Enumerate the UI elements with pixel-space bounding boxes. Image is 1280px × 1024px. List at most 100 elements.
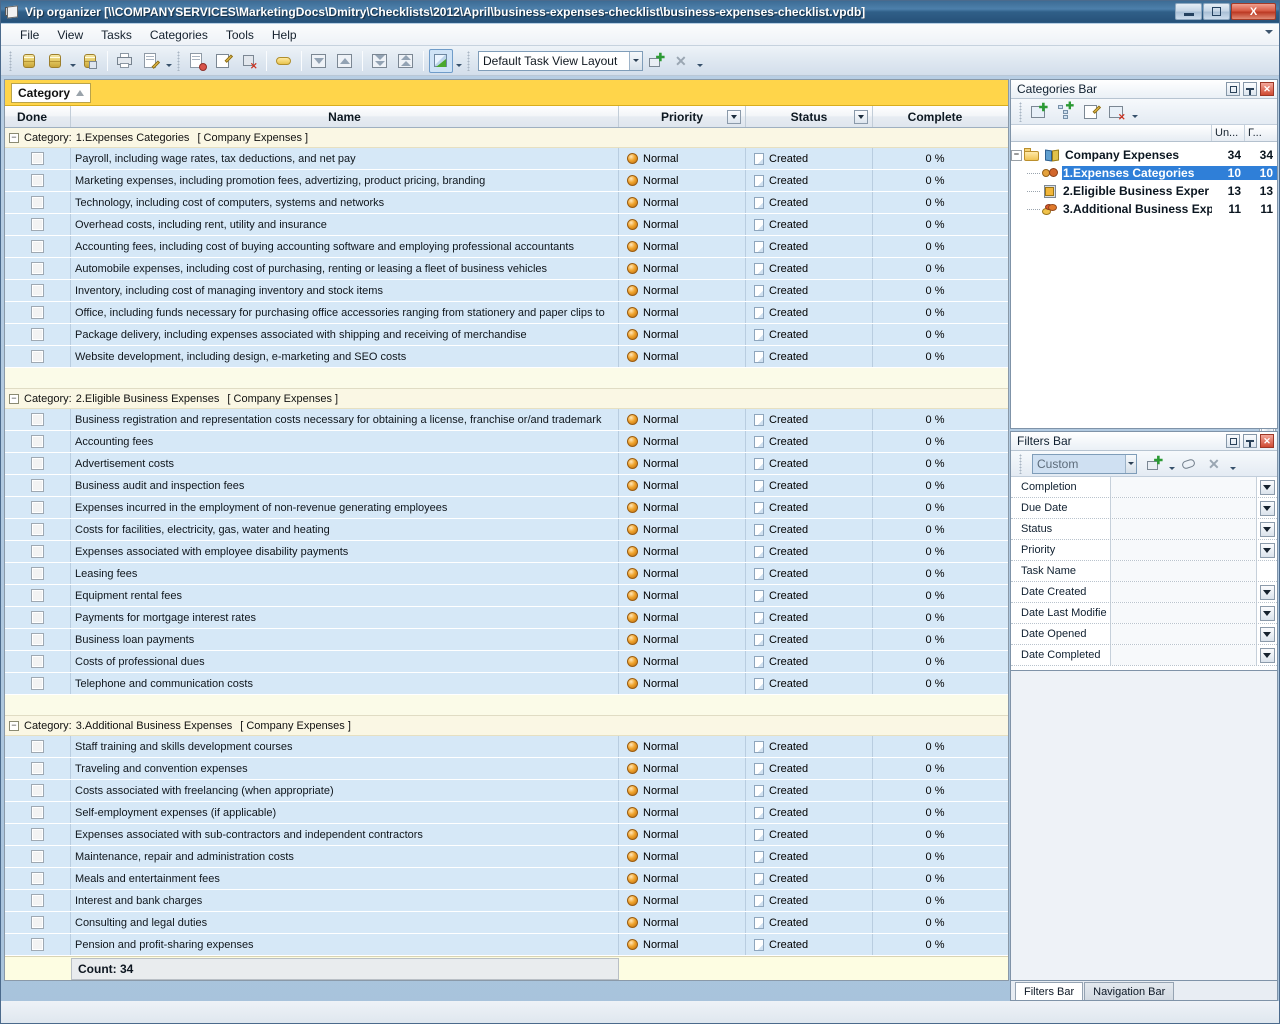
task-priority-cell[interactable]: Normal: [619, 824, 746, 845]
task-name-cell[interactable]: Automobile expenses, including cost of p…: [71, 258, 619, 279]
filter-row[interactable]: Date Created: [1011, 582, 1277, 603]
table-row[interactable]: Pension and profit-sharing expensesNorma…: [5, 934, 1008, 956]
move-bottom-icon[interactable]: [368, 49, 392, 73]
done-checkbox[interactable]: [31, 174, 44, 187]
filters-bar-pin-icon[interactable]: [1243, 434, 1257, 448]
task-status-cell[interactable]: Created: [746, 673, 873, 694]
task-status-cell[interactable]: Created: [746, 431, 873, 452]
table-row[interactable]: Expenses associated with employee disabi…: [5, 541, 1008, 563]
task-status-cell[interactable]: Created: [746, 148, 873, 169]
category-tree-item[interactable]: 1.Expenses Categories1010: [1011, 164, 1277, 182]
task-complete-cell[interactable]: 0 %: [873, 192, 997, 213]
filter-preset-combo[interactable]: Custom: [1032, 454, 1137, 474]
task-name-cell[interactable]: Traveling and convention expenses: [71, 758, 619, 779]
done-checkbox[interactable]: [31, 284, 44, 297]
done-checkbox[interactable]: [31, 240, 44, 253]
task-complete-cell[interactable]: 0 %: [873, 148, 997, 169]
task-priority-cell[interactable]: Normal: [619, 409, 746, 430]
task-priority-cell[interactable]: Normal: [619, 541, 746, 562]
task-done-cell[interactable]: [5, 453, 71, 474]
done-checkbox[interactable]: [31, 655, 44, 668]
task-name-cell[interactable]: Advertisement costs: [71, 453, 619, 474]
task-complete-cell[interactable]: 0 %: [873, 346, 997, 367]
done-checkbox[interactable]: [31, 306, 44, 319]
new-database-icon[interactable]: [17, 49, 41, 73]
filter-value-input[interactable]: [1111, 498, 1257, 518]
task-complete-cell[interactable]: 0 %: [873, 236, 997, 257]
task-status-cell[interactable]: Created: [746, 563, 873, 584]
filter-chevron-down-icon[interactable]: [1260, 627, 1275, 642]
task-priority-cell[interactable]: Normal: [619, 346, 746, 367]
task-priority-cell[interactable]: Normal: [619, 453, 746, 474]
table-row[interactable]: Package delivery, including expenses ass…: [5, 324, 1008, 346]
move-up-icon[interactable]: [333, 49, 357, 73]
done-checkbox[interactable]: [31, 894, 44, 907]
priority-filter-dropdown-icon[interactable]: [727, 110, 741, 124]
task-status-cell[interactable]: Created: [746, 736, 873, 757]
done-checkbox[interactable]: [31, 567, 44, 580]
task-done-cell[interactable]: [5, 607, 71, 628]
delete-category-icon[interactable]: ✕: [1105, 100, 1129, 124]
toolbar-grip[interactable]: [9, 51, 12, 71]
task-status-cell[interactable]: Created: [746, 409, 873, 430]
column-header-complete[interactable]: Complete: [873, 106, 997, 127]
task-priority-cell[interactable]: Normal: [619, 868, 746, 889]
task-done-cell[interactable]: [5, 912, 71, 933]
new-category-icon[interactable]: ✚: [1027, 100, 1051, 124]
table-row[interactable]: Self-employment expenses (if applicable)…: [5, 802, 1008, 824]
task-status-cell[interactable]: Created: [746, 214, 873, 235]
task-complete-cell[interactable]: 0 %: [873, 651, 997, 672]
move-top-icon[interactable]: [394, 49, 418, 73]
done-checkbox[interactable]: [31, 413, 44, 426]
task-priority-cell[interactable]: Normal: [619, 148, 746, 169]
task-status-cell[interactable]: Created: [746, 302, 873, 323]
filter-dropdown-cell[interactable]: [1257, 645, 1277, 665]
task-status-cell[interactable]: Created: [746, 890, 873, 911]
task-name-cell[interactable]: Expenses incurred in the employment of n…: [71, 497, 619, 518]
task-done-cell[interactable]: [5, 431, 71, 452]
task-done-cell[interactable]: [5, 934, 71, 955]
new-task-icon[interactable]: [185, 49, 209, 73]
task-name-cell[interactable]: Interest and bank charges: [71, 890, 619, 911]
categories-toolbar-grip[interactable]: [1019, 102, 1022, 122]
task-status-cell[interactable]: Created: [746, 758, 873, 779]
task-done-cell[interactable]: [5, 170, 71, 191]
task-complete-cell[interactable]: 0 %: [873, 302, 997, 323]
categories-bar-pin-icon[interactable]: [1243, 82, 1257, 96]
category-tree-item[interactable]: 2.Eligible Business Exper1313: [1011, 182, 1277, 200]
done-checkbox[interactable]: [31, 633, 44, 646]
task-view-layout-icon[interactable]: [429, 49, 453, 73]
delete-layout-icon[interactable]: ✕: [670, 49, 694, 73]
task-view-layout-dropdown-icon[interactable]: [454, 49, 463, 73]
done-checkbox[interactable]: [31, 938, 44, 951]
filter-dropdown-cell[interactable]: [1257, 498, 1277, 518]
task-priority-cell[interactable]: Normal: [619, 236, 746, 257]
done-checkbox[interactable]: [31, 479, 44, 492]
filter-chevron-down-icon[interactable]: [1260, 648, 1275, 663]
minimize-button[interactable]: [1175, 3, 1202, 20]
save-layout-icon[interactable]: ✚: [644, 49, 668, 73]
task-priority-cell[interactable]: Normal: [619, 780, 746, 801]
filter-chevron-down-icon[interactable]: [1260, 501, 1275, 516]
task-name-cell[interactable]: Business loan payments: [71, 629, 619, 650]
table-row[interactable]: Business loan paymentsNormalCreated0 %: [5, 629, 1008, 651]
filters-bar-dock-menu-icon[interactable]: [1226, 434, 1240, 448]
done-checkbox[interactable]: [31, 152, 44, 165]
table-row[interactable]: Staff training and skills development co…: [5, 736, 1008, 758]
task-name-cell[interactable]: Website development, including design, e…: [71, 346, 619, 367]
task-complete-cell[interactable]: 0 %: [873, 868, 997, 889]
filter-row[interactable]: Due Date: [1011, 498, 1277, 519]
task-priority-cell[interactable]: Normal: [619, 302, 746, 323]
task-priority-cell[interactable]: Normal: [619, 629, 746, 650]
task-priority-cell[interactable]: Normal: [619, 846, 746, 867]
table-row[interactable]: Expenses incurred in the employment of n…: [5, 497, 1008, 519]
task-complete-cell[interactable]: 0 %: [873, 409, 997, 430]
category-tree-item[interactable]: −Company Expenses3434: [1011, 146, 1277, 164]
done-checkbox[interactable]: [31, 611, 44, 624]
filters-options-dropdown-icon[interactable]: [1228, 452, 1237, 476]
task-complete-cell[interactable]: 0 %: [873, 629, 997, 650]
task-status-cell[interactable]: Created: [746, 802, 873, 823]
task-name-cell[interactable]: Consulting and legal duties: [71, 912, 619, 933]
task-name-cell[interactable]: Business audit and inspection fees: [71, 475, 619, 496]
group-chip-category[interactable]: Category: [11, 83, 91, 103]
